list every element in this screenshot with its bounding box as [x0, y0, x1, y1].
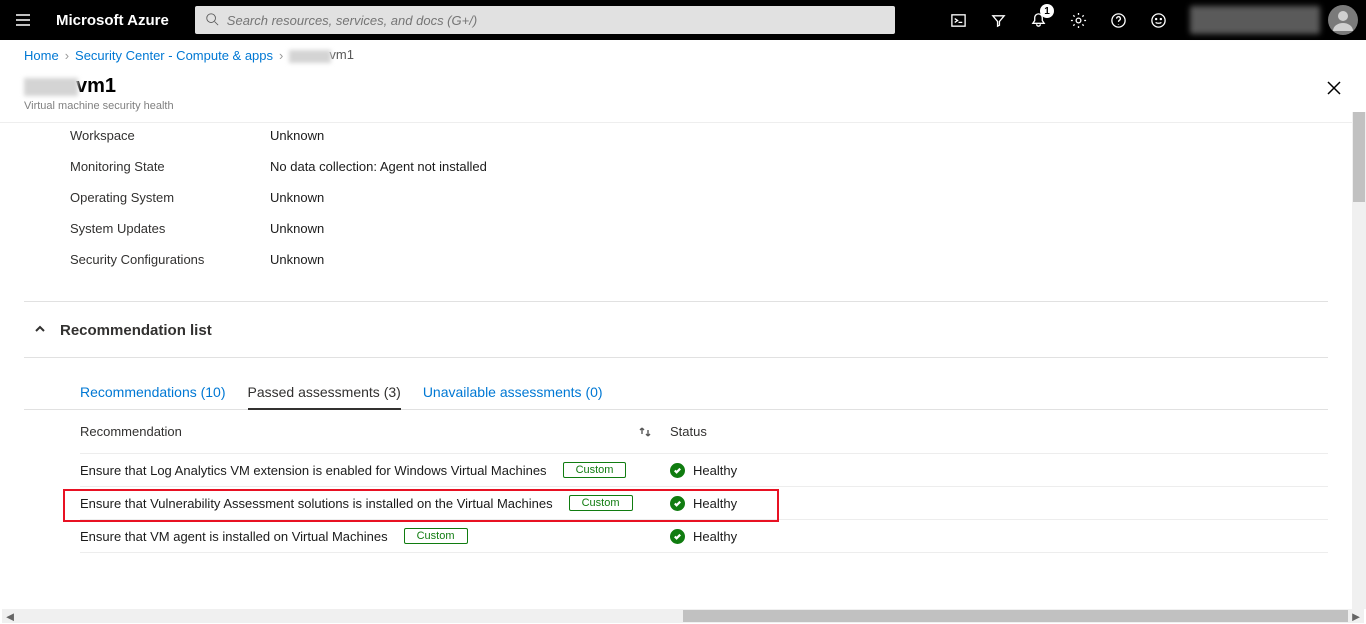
cloud-shell-icon[interactable] — [938, 0, 978, 40]
breadcrumb-current: vm1 — [289, 47, 354, 62]
recommendation-text: Ensure that Vulnerability Assessment sol… — [80, 496, 553, 511]
section-title: Recommendation list — [60, 322, 212, 339]
prop-row: Security ConfigurationsUnknown — [70, 244, 1352, 275]
account-block[interactable] — [1178, 0, 1366, 40]
content-scroll[interactable]: WorkspaceUnknown Monitoring StateNo data… — [0, 112, 1352, 609]
table-row[interactable]: Ensure that Vulnerability Assessment sol… — [80, 486, 1328, 519]
recommendation-list-section: Recommendation list — [24, 301, 1328, 358]
tab-recommendations[interactable]: Recommendations (10) — [80, 384, 226, 409]
status-text: Healthy — [693, 496, 737, 511]
tabs: Recommendations (10) Passed assessments … — [24, 358, 1328, 410]
healthy-check-icon — [670, 496, 685, 511]
prop-row: System UpdatesUnknown — [70, 213, 1352, 244]
hamburger-menu-button[interactable] — [0, 0, 46, 40]
topbar-icons: 1 — [938, 0, 1178, 40]
custom-badge: Custom — [404, 528, 468, 544]
notification-badge: 1 — [1040, 4, 1054, 18]
col-status[interactable]: Status — [670, 424, 870, 439]
prop-row: Operating SystemUnknown — [70, 182, 1352, 213]
breadcrumb-sep: › — [65, 48, 69, 63]
table-header-row: Recommendation Status — [80, 410, 1328, 453]
tab-passed-assessments[interactable]: Passed assessments (3) — [248, 384, 401, 410]
close-blade-button[interactable] — [1322, 76, 1346, 100]
vertical-scrollbar[interactable] — [1352, 112, 1366, 609]
sort-icon[interactable] — [638, 425, 652, 439]
directory-filter-icon[interactable] — [978, 0, 1018, 40]
prop-row: Monitoring StateNo data collection: Agen… — [70, 151, 1352, 182]
table-row[interactable]: Ensure that VM agent is installed on Vir… — [80, 519, 1328, 553]
account-name-redacted — [1190, 6, 1320, 34]
custom-badge: Custom — [569, 495, 633, 511]
feedback-smiley-icon[interactable] — [1138, 0, 1178, 40]
col-recommendation[interactable]: Recommendation — [80, 424, 670, 439]
breadcrumb-sep: › — [279, 48, 283, 63]
redacted — [24, 78, 78, 96]
properties-block: WorkspaceUnknown Monitoring StateNo data… — [0, 112, 1352, 301]
horizontal-scrollbar[interactable]: ◄ ► — [2, 609, 1364, 623]
notifications-icon[interactable]: 1 — [1018, 0, 1058, 40]
help-icon[interactable] — [1098, 0, 1138, 40]
search-icon — [205, 12, 227, 29]
custom-badge: Custom — [563, 462, 627, 478]
assessments-table: Recommendation Status Ensure that Log An… — [24, 410, 1328, 553]
scroll-left-arrow[interactable]: ◄ — [2, 609, 18, 623]
search-input[interactable] — [227, 13, 885, 28]
status-text: Healthy — [693, 463, 737, 478]
prop-row: WorkspaceUnknown — [70, 120, 1352, 151]
page-title: vm1 — [24, 74, 1322, 98]
table-row[interactable]: Ensure that Log Analytics VM extension i… — [80, 453, 1328, 486]
recommendation-text: Ensure that Log Analytics VM extension i… — [80, 463, 547, 478]
breadcrumb-home[interactable]: Home — [24, 48, 59, 63]
status-text: Healthy — [693, 529, 737, 544]
brand-label[interactable]: Microsoft Azure — [46, 12, 189, 29]
recommendation-text: Ensure that VM agent is installed on Vir… — [80, 529, 388, 544]
section-toggle[interactable]: Recommendation list — [24, 322, 1328, 339]
settings-gear-icon[interactable] — [1058, 0, 1098, 40]
healthy-check-icon — [670, 529, 685, 544]
healthy-check-icon — [670, 463, 685, 478]
global-header: Microsoft Azure 1 — [0, 0, 1366, 40]
breadcrumb-security-center[interactable]: Security Center - Compute & apps — [75, 48, 273, 63]
redacted — [289, 50, 331, 63]
scroll-right-arrow[interactable]: ► — [1348, 609, 1364, 623]
tab-unavailable-assessments[interactable]: Unavailable assessments (0) — [423, 384, 603, 409]
page-subtitle: Virtual machine security health — [24, 100, 1322, 112]
chevron-up-icon — [34, 323, 46, 338]
global-search[interactable] — [195, 6, 895, 34]
avatar[interactable] — [1328, 5, 1358, 35]
breadcrumb: Home › Security Center - Compute & apps … — [0, 40, 1366, 70]
